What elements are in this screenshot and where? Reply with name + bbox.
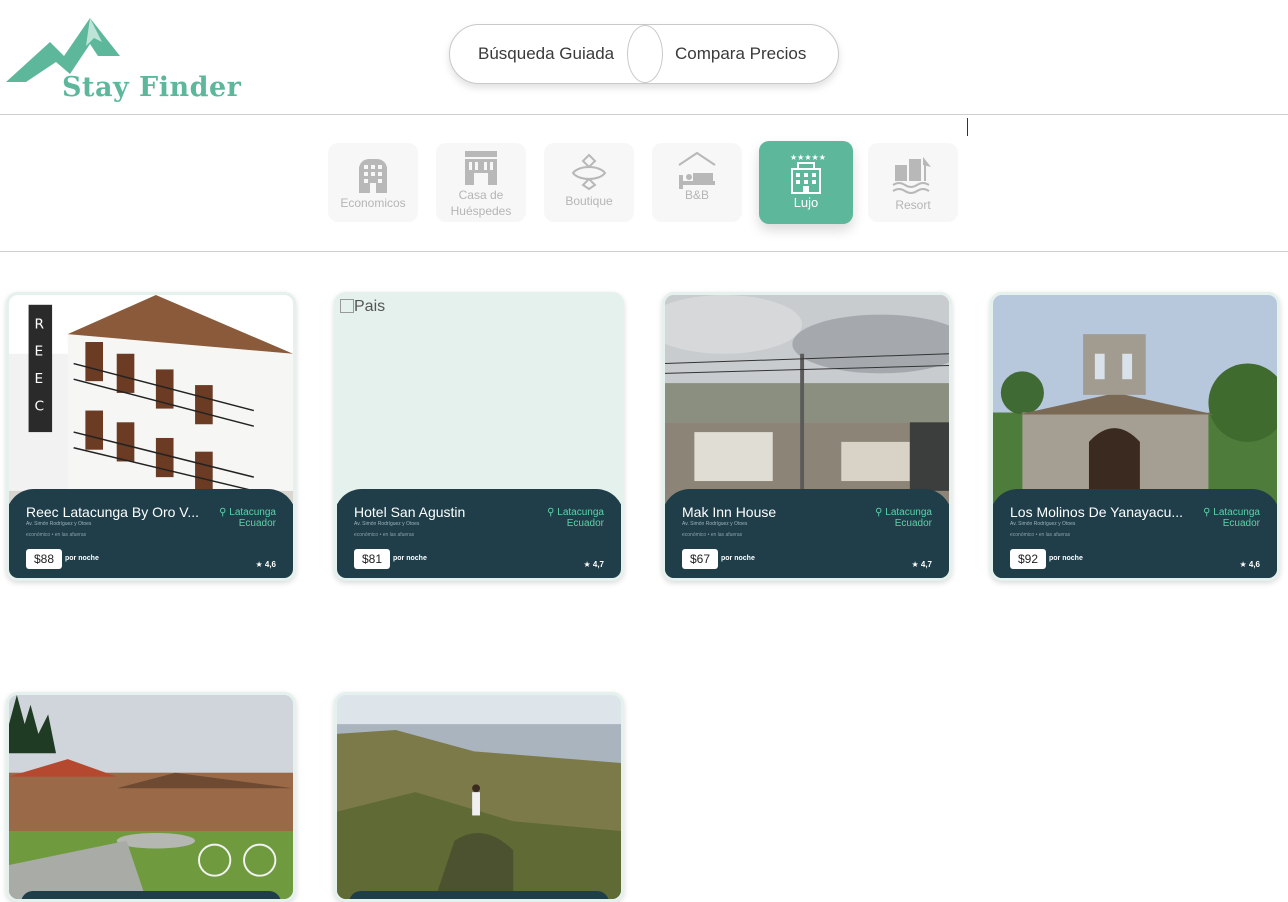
- category-casa-de-huespedes[interactable]: Casa de Huéspedes: [436, 143, 526, 222]
- hotel-card[interactable]: Mak Inn House ⚲ Latacunga Ecuador Av. Si…: [662, 292, 952, 581]
- compare-prices-option[interactable]: Compara Precios: [675, 25, 806, 83]
- hotel-rating: ★ 4,7: [583, 560, 604, 569]
- hotel-country: Ecuador: [1222, 518, 1260, 529]
- hotel-price: $88: [26, 549, 62, 569]
- category-boutique[interactable]: Boutique: [544, 143, 634, 222]
- search-mode-toggle[interactable]: Búsqueda Guiada Compara Precios: [449, 24, 839, 84]
- location-pin-icon: ⚲: [1203, 507, 1211, 518]
- hotel-country: Ecuador: [566, 518, 604, 529]
- svg-text:E: E: [34, 344, 43, 360]
- per-night-label: por noche: [65, 555, 99, 562]
- hotel-address: Av. Simón Rodríguez y Otoes: [26, 521, 92, 527]
- category-label: Casa de Huéspedes: [450, 188, 512, 218]
- hotel-country: Ecuador: [894, 518, 932, 529]
- hotel-price: $92: [1010, 549, 1046, 569]
- category-bar: Economicos Casa de Huéspedes Boutique B&…: [0, 115, 1288, 252]
- hotel-card[interactable]: Los Molinos De Yanayacu... ⚲ Latacunga E…: [990, 292, 1280, 581]
- hotel-tags: económico • en las afueras: [26, 532, 87, 538]
- ornament-icon: [571, 153, 607, 191]
- stay-finder-logo[interactable]: Stay Finder: [6, 16, 298, 103]
- hotel-card[interactable]: REEC Reec Latacunga By Oro V... ⚲ Latacu…: [6, 292, 296, 581]
- category-lujo[interactable]: ★★★★★ Lujo: [759, 141, 853, 224]
- svg-text:R: R: [34, 316, 44, 332]
- hotel-price: $67: [682, 549, 718, 569]
- per-night-label: por noche: [393, 555, 427, 562]
- hotel-country: Ecuador: [238, 518, 276, 529]
- hotel-location: ⚲ Latacunga Ecuador: [1203, 507, 1260, 529]
- category-label: Resort: [895, 198, 931, 212]
- hotel-address: Av. Simón Rodríguez y Otoes: [1010, 521, 1076, 527]
- category-label: B&B: [684, 188, 709, 202]
- per-night-label: por noche: [1049, 555, 1083, 562]
- luxury-hotel-icon: ★★★★★: [790, 153, 826, 194]
- location-pin-icon: ⚲: [219, 507, 227, 518]
- hotel-info-panel: Los Molinos De Yanayacu... ⚲ Latacunga E…: [993, 489, 1277, 578]
- hotel-city: Latacunga: [885, 507, 932, 518]
- hotel-info-panel: Hotel San Agustin ⚲ Latacunga Ecuador Av…: [337, 489, 621, 578]
- location-pin-icon: ⚲: [547, 507, 555, 518]
- hotel-address: Av. Simón Rodríguez y Otoes: [354, 521, 420, 527]
- hotel-address: Av. Simón Rodríguez y Otoes: [682, 521, 748, 527]
- image-alt-text: Pais: [354, 298, 386, 315]
- hotel-city: Latacunga: [557, 507, 604, 518]
- hotel-rating: ★ 4,6: [255, 560, 276, 569]
- hotel-city: Latacunga: [1213, 507, 1260, 518]
- hotel-location: ⚲ Latacunga Ecuador: [875, 507, 932, 529]
- per-night-label: por noche: [721, 555, 755, 562]
- category-label: Economicos: [340, 196, 406, 210]
- hotel-price: $81: [354, 549, 390, 569]
- hotel-tags: económico • en las afueras: [1010, 532, 1071, 538]
- hotel-tags: económico • en las afueras: [682, 532, 743, 538]
- svg-text:C: C: [34, 399, 44, 415]
- hotel-card[interactable]: [6, 692, 296, 902]
- hotel-rating: ★ 4,7: [911, 560, 932, 569]
- hotel-name[interactable]: Los Molinos De Yanayacu...: [1010, 504, 1185, 520]
- location-pin-icon: ⚲: [875, 507, 883, 518]
- broken-image-placeholder: Pais: [340, 298, 385, 316]
- guesthouse-icon: [465, 151, 497, 185]
- category-bb[interactable]: B&B: [652, 143, 742, 222]
- hotel-name[interactable]: Mak Inn House: [682, 504, 857, 520]
- svg-text:E: E: [34, 371, 43, 387]
- svg-text:★★★★★: ★★★★★: [790, 153, 826, 162]
- header: Stay Finder Búsqueda Guiada Compara Prec…: [0, 0, 1288, 115]
- brand-name: Stay Finder: [62, 72, 242, 103]
- hotel-name[interactable]: Reec Latacunga By Oro V...: [26, 504, 201, 520]
- hotel-name[interactable]: Hotel San Agustin: [354, 504, 529, 520]
- hotel-location: ⚲ Latacunga Ecuador: [219, 507, 276, 529]
- building-icon: [359, 159, 387, 193]
- category-label: Boutique: [565, 194, 613, 208]
- resort-icon: [892, 157, 931, 194]
- hotel-card[interactable]: [334, 692, 624, 902]
- category-resort[interactable]: Resort: [868, 143, 958, 222]
- hotel-photo: [9, 695, 293, 899]
- hotel-photo: [337, 695, 621, 899]
- hotel-info-panel: Mak Inn House ⚲ Latacunga Ecuador Av. Si…: [665, 489, 949, 578]
- toggle-knob[interactable]: [627, 25, 663, 83]
- broken-image-icon: [340, 299, 354, 313]
- category-label: Lujo: [793, 195, 819, 210]
- hotel-tags: económico • en las afueras: [354, 532, 415, 538]
- hotel-info-panel: Reec Latacunga By Oro V... ⚲ Latacunga E…: [9, 489, 293, 578]
- guided-search-option[interactable]: Búsqueda Guiada: [478, 25, 614, 83]
- hotel-location: ⚲ Latacunga Ecuador: [547, 507, 604, 529]
- category-economicos[interactable]: Economicos: [328, 143, 418, 222]
- hotel-city: Latacunga: [229, 507, 276, 518]
- hotel-card[interactable]: Pais Hotel San Agustin ⚲ Latacunga Ecuad…: [334, 292, 624, 581]
- hotel-rating: ★ 4,6: [1239, 560, 1260, 569]
